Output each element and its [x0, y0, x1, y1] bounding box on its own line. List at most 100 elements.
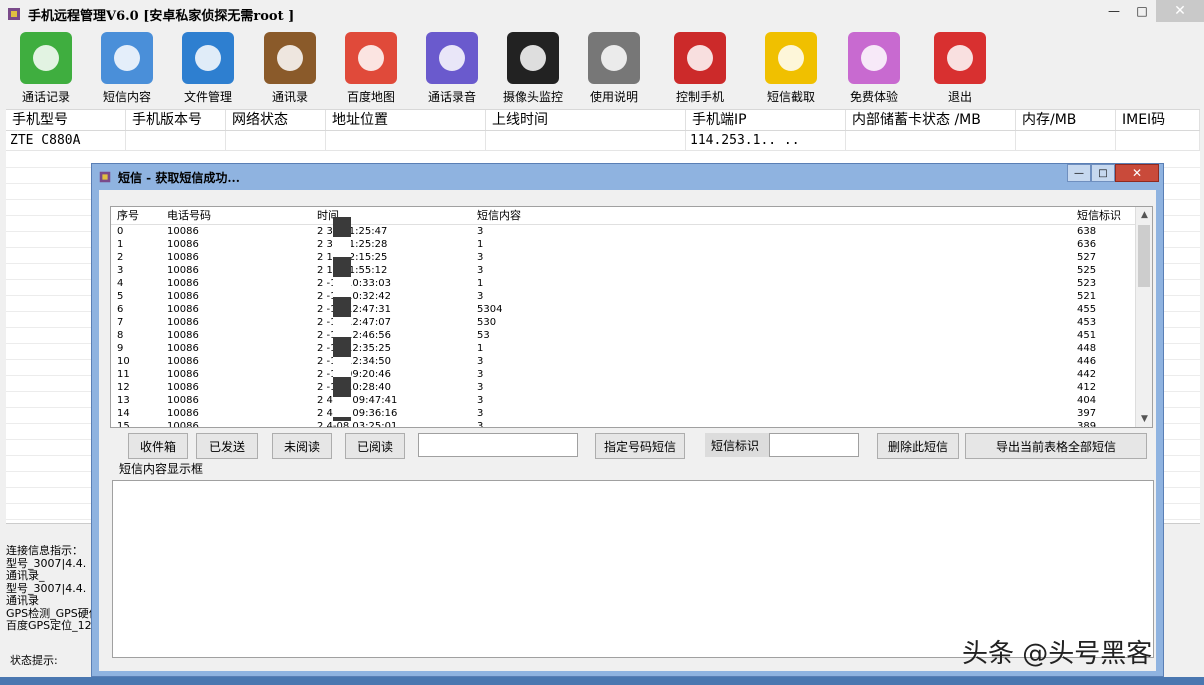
- device-grid-row[interactable]: ZTE C880A 114.253.1.. ..: [6, 131, 1200, 151]
- sent-button[interactable]: 已发送: [196, 433, 258, 459]
- toolbar-phone-button[interactable]: 通话记录: [6, 32, 86, 105]
- sms-row[interactable]: 7 10086 2 -18 12:47:07 530 453: [111, 316, 1152, 329]
- toolbar-file-cabinet-button[interactable]: 文件管理: [168, 32, 248, 105]
- sms-list[interactable]: 序号 电话号码 时间 短信内容 短信标识 0 10086 2 30 01:25:47 3 638…: [110, 206, 1153, 428]
- sms-cell: 638: [1077, 226, 1097, 237]
- sms-content-box[interactable]: [112, 480, 1154, 658]
- sms-cell: 10086: [167, 291, 199, 302]
- sms-cell: 636: [1077, 239, 1097, 250]
- dialog-minimize-button[interactable]: —: [1067, 164, 1091, 182]
- sms-cell: 10086: [167, 317, 199, 328]
- sms-row[interactable]: 2 10086 2 13 02:15:25 3 527: [111, 251, 1152, 264]
- scroll-down-icon[interactable]: ▼: [1136, 411, 1152, 427]
- sms-cell: 3: [477, 395, 484, 406]
- grid-column-header[interactable]: 手机端IP: [686, 110, 846, 130]
- scroll-thumb[interactable]: [1138, 225, 1150, 287]
- sms-column-header[interactable]: 短信标识: [1071, 207, 1137, 224]
- sms-cell: 6: [117, 304, 124, 315]
- sms-cell: 3: [477, 382, 484, 393]
- sms-cell: 3: [477, 291, 484, 302]
- close-button[interactable]: ✕: [1156, 0, 1204, 22]
- sms-id-label: 短信标识: [705, 433, 769, 457]
- delete-sms-button[interactable]: 删除此短信: [877, 433, 959, 459]
- toolbar-game-center-button[interactable]: 免费体验: [834, 32, 914, 105]
- toolbar-microphone-button[interactable]: 通话录音: [412, 32, 492, 105]
- grid-column-header[interactable]: 手机版本号: [126, 110, 226, 130]
- building-icon: [674, 32, 726, 84]
- export-all-button[interactable]: 导出当前表格全部短信: [965, 433, 1147, 459]
- toolbar-ferrari-button[interactable]: 短信截取: [751, 32, 831, 105]
- log-line: 通讯录_: [6, 569, 45, 582]
- sms-row[interactable]: 12 10086 2 -13 10:28:40 3 412: [111, 381, 1152, 394]
- sms-cell: 10: [117, 356, 130, 367]
- sms-cell: 10086: [167, 304, 199, 315]
- sms-row[interactable]: 9 10086 2 -18 12:35:25 1 448: [111, 342, 1152, 355]
- toolbar-label: 通话记录: [21, 90, 70, 104]
- toolbar-building-button[interactable]: 控制手机: [660, 32, 740, 105]
- sms-cell: 3: [477, 421, 484, 428]
- sms-cell: 10086: [167, 330, 199, 341]
- toolbar-mail-button[interactable]: 短信内容: [87, 32, 167, 105]
- redaction-mark: [333, 217, 351, 421]
- toolbar-baidu-map-button[interactable]: 百度地图: [331, 32, 411, 105]
- toolbar-power-button[interactable]: 退出: [920, 32, 1000, 105]
- toolbar-address-book-button[interactable]: 通讯录: [250, 32, 330, 105]
- minimize-button[interactable]: —: [1100, 0, 1128, 22]
- app-icon: [8, 8, 20, 20]
- sms-cell: 10086: [167, 239, 199, 250]
- sms-row[interactable]: 6 10086 2 -18 12:47:31 5304 455: [111, 303, 1152, 316]
- sms-cell: 10086: [167, 343, 199, 354]
- grid-column-header[interactable]: 内部储蓄卡状态 /MB: [846, 110, 1016, 130]
- grid-column-header[interactable]: 上线时间: [486, 110, 686, 130]
- by-number-button[interactable]: 指定号码短信: [595, 433, 685, 459]
- dialog-maximize-button[interactable]: □: [1091, 164, 1115, 182]
- taskbar-strip: [0, 677, 1204, 685]
- sms-cell: 2: [117, 252, 124, 263]
- sms-row[interactable]: 5 10086 2 -13 10:32:42 3 521: [111, 290, 1152, 303]
- window-title: 手机远程管理V6.0 [安卓私家侦探无需root ]: [28, 8, 295, 24]
- grid-column-header[interactable]: 网络状态: [226, 110, 326, 130]
- grid-column-header[interactable]: 内存/MB: [1016, 110, 1116, 130]
- watermark: 头条 @头号黑客: [962, 639, 1153, 669]
- sms-cell: 2 4-08 03:25:01: [317, 421, 398, 428]
- sms-id-input[interactable]: [769, 433, 859, 457]
- sms-row[interactable]: 4 10086 2 -13 10:33:03 1 523: [111, 277, 1152, 290]
- toolbar-label: 使用说明: [589, 90, 638, 104]
- sms-row[interactable]: 15 10086 2 4-08 03:25:01 3 389: [111, 420, 1152, 428]
- read-button[interactable]: 已阅读: [345, 433, 405, 459]
- log-line: 连接信息指示：: [6, 545, 83, 557]
- unread-button[interactable]: 未阅读: [272, 433, 332, 459]
- sms-column-header[interactable]: 短信内容: [471, 207, 1071, 224]
- dialog-close-button[interactable]: ✕: [1115, 164, 1159, 182]
- grid-cell: [846, 131, 1016, 150]
- sms-row[interactable]: 3 10086 2 13 01:55:12 3 525: [111, 264, 1152, 277]
- sms-column-header[interactable]: 序号: [111, 207, 161, 224]
- sms-cell: 404: [1077, 395, 1097, 406]
- sms-row[interactable]: 0 10086 2 30 01:25:47 3 638: [111, 225, 1152, 238]
- maximize-button[interactable]: □: [1128, 0, 1156, 22]
- scroll-up-icon[interactable]: ▲: [1136, 207, 1152, 223]
- sms-row[interactable]: 13 10086 2 4-12 09:47:41 3 404: [111, 394, 1152, 407]
- phone-number-input[interactable]: [418, 433, 578, 457]
- sms-vertical-scrollbar[interactable]: ▲ ▼: [1135, 207, 1152, 427]
- toolbar-label: 百度地图: [346, 90, 395, 104]
- grid-column-header[interactable]: 手机型号: [6, 110, 126, 130]
- sms-cell: 397: [1077, 408, 1097, 419]
- grid-column-header[interactable]: 地址位置: [326, 110, 486, 130]
- sms-rows: 0 10086 2 30 01:25:47 3 638 1 10086 2 30 01:25:…: [111, 225, 1152, 428]
- sms-row[interactable]: 8 10086 2 -18 12:46:56 53 451: [111, 329, 1152, 342]
- toolbar-settings-button[interactable]: 使用说明: [574, 32, 654, 105]
- sms-row[interactable]: 1 10086 2 30 01:25:28 1 636: [111, 238, 1152, 251]
- toolbar-camera-button[interactable]: 摄像头监控: [493, 32, 573, 105]
- mail-icon: [101, 32, 153, 84]
- grid-column-header[interactable]: IMEI码: [1116, 110, 1200, 130]
- sms-cell: 523: [1077, 278, 1097, 289]
- sms-column-header[interactable]: 电话号码: [161, 207, 311, 224]
- sms-cell: 389: [1077, 421, 1097, 428]
- sms-row[interactable]: 10 10086 2 -18 12:34:50 3 446: [111, 355, 1152, 368]
- sms-row[interactable]: 14 10086 2 4-11 09:36:16 3 397: [111, 407, 1152, 420]
- sms-row[interactable]: 11 10086 2 -18 09:20:46 3 442: [111, 368, 1152, 381]
- sms-cell: 14: [117, 408, 130, 419]
- grid-cell: ZTE C880A: [6, 131, 126, 150]
- inbox-button[interactable]: 收件箱: [128, 433, 188, 459]
